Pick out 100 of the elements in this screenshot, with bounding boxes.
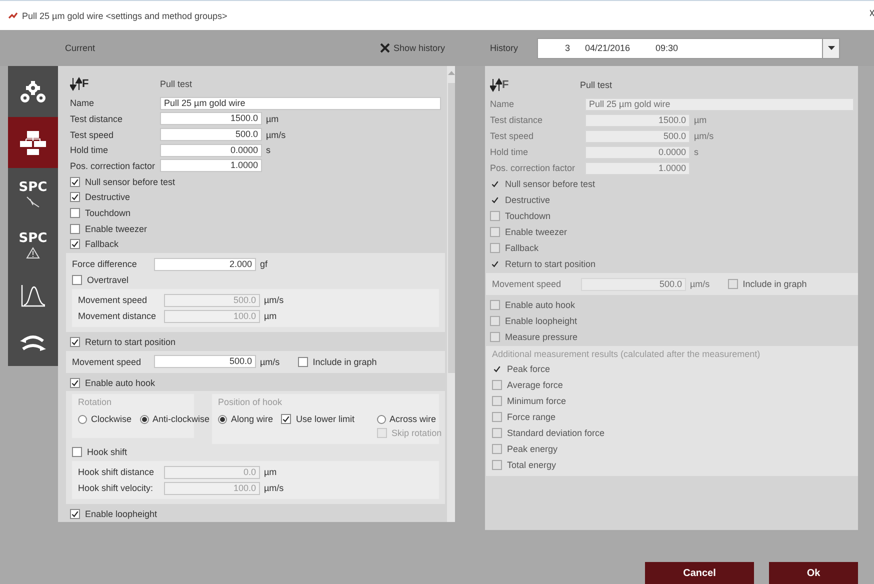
checkbox[interactable]	[70, 336, 80, 347]
unit-label: µm	[264, 467, 277, 478]
unit-label: µm/s	[694, 131, 714, 141]
field-label: Test speed	[490, 131, 535, 141]
field-label: Hook shift velocity:	[78, 483, 154, 494]
radio-label: Clockwise	[91, 414, 132, 424]
checkbox-label: Enable loopheight	[505, 316, 578, 326]
dialog-button[interactable]: Cancel	[645, 562, 754, 584]
unit-label: µm	[266, 114, 279, 124]
checkbox[interactable]	[70, 239, 80, 250]
checkbox-label: Hook shift	[87, 447, 128, 458]
unit-label: µm/s	[264, 295, 284, 306]
field-label: Movement speed	[78, 295, 148, 306]
checkbox[interactable]	[70, 208, 80, 218]
checkbox[interactable]	[70, 378, 80, 388]
checkbox-label: Enable tweezer	[505, 227, 568, 237]
input-field[interactable]: 500.0	[160, 128, 262, 142]
test-symbol: F	[502, 78, 510, 90]
checkbox[interactable]	[70, 176, 80, 187]
radio-button[interactable]	[78, 414, 87, 424]
input-field[interactable]: Pull 25 µm gold wire	[160, 96, 441, 110]
up-down-arrows-icon	[490, 78, 502, 92]
checkbox[interactable]	[70, 192, 80, 202]
toggle-x-icon[interactable]	[380, 43, 390, 53]
checkbox-label: Skip rotation	[392, 428, 442, 438]
checkbox-label: Touchdown	[505, 211, 551, 221]
checkbox-label: Destructive	[85, 192, 130, 202]
warning-icon	[25, 246, 41, 258]
checkbox[interactable]	[72, 275, 82, 286]
caret-icon	[828, 46, 834, 50]
radio-button[interactable]	[218, 414, 227, 424]
checkbox-label: Fallback	[85, 239, 119, 250]
checkbox-label: Enable auto hook	[85, 378, 156, 388]
unit-label: µm/s	[260, 356, 280, 367]
unit-label: µm	[694, 115, 707, 125]
scrollbar[interactable]	[447, 66, 455, 522]
checkbox-label: Null sensor before test	[85, 176, 176, 187]
checkbox-label: Enable loopheight	[85, 509, 158, 520]
field-label: Name	[70, 98, 96, 108]
unit-label: µm/s	[266, 130, 286, 140]
checkbox-label: Enable tweezer	[85, 224, 148, 234]
field-label: Movement distance	[78, 311, 158, 322]
close-icon[interactable]	[870, 9, 874, 17]
app-icon	[8, 10, 18, 20]
radio-label: Along wire	[231, 414, 274, 424]
checkbox[interactable]	[70, 509, 80, 520]
scroll-up-icon[interactable]	[448, 70, 454, 77]
field-label: Hold time	[490, 147, 530, 157]
radio-button[interactable]	[376, 414, 386, 424]
unit-label: s	[266, 145, 270, 156]
checkbox[interactable]	[72, 447, 82, 458]
radio-label: Across wire	[390, 414, 436, 424]
toggle-label: Show history	[393, 43, 445, 53]
checkbox-label: Use lower limit	[296, 414, 355, 424]
field-label: Force difference	[72, 259, 138, 270]
section-label: History	[489, 43, 520, 53]
input-field[interactable]: 500.0	[154, 355, 256, 368]
field-label: Hook shift distance	[78, 467, 156, 478]
checkbox-label: Include in graph	[742, 279, 807, 289]
unit-label: gf	[260, 259, 268, 270]
checkbox-label: Touchdown	[85, 208, 131, 218]
radio-label: Anti-clockwise	[152, 414, 210, 424]
field-label: Hold time	[70, 145, 110, 156]
unit-label: s	[694, 147, 698, 157]
input-field[interactable]: 0.0000	[160, 144, 262, 157]
checkbox[interactable]	[298, 356, 308, 367]
field-label: Pos. correction factor	[490, 163, 576, 173]
checkbox-label: Force range	[507, 412, 556, 422]
checkbox-label: Return to start position	[505, 259, 596, 269]
history-dropdown[interactable]: 3 04/21/2016 09:30	[537, 38, 823, 58]
checkbox-label: Enable auto hook	[505, 300, 576, 310]
input-field[interactable]: 1500.0	[160, 112, 262, 126]
checkbox-label: Peak force	[507, 364, 550, 374]
field-label: Pos. correction factor	[70, 160, 156, 171]
field-label: Movement speed	[72, 356, 142, 367]
input-field[interactable]: 2.000	[154, 258, 256, 271]
radio-button[interactable]	[140, 414, 149, 424]
checkbox[interactable]	[70, 224, 80, 234]
field-label: Test distance	[70, 114, 124, 124]
field-label: Name	[490, 99, 516, 109]
up-down-arrows-icon	[70, 77, 82, 92]
checkbox-label: Total energy	[507, 460, 556, 470]
test-symbol: F	[82, 78, 90, 90]
field-label: Test speed	[70, 130, 115, 140]
test-type-label: Pull test	[160, 79, 192, 90]
checkbox[interactable]	[281, 414, 292, 424]
window-title: Pull 25 µm gold wire <settings and method groups>	[22, 10, 228, 20]
group-title: Rotation	[78, 397, 113, 410]
unit-label: µm/s	[690, 279, 710, 289]
checkbox-label: Fallback	[505, 243, 539, 253]
flowchart-icon	[18, 130, 48, 156]
test-type-label: Pull test	[580, 80, 612, 90]
checkbox-label: Return to start position	[85, 336, 176, 347]
section-label: Current	[65, 43, 96, 53]
input-field[interactable]: 1.0000	[160, 159, 262, 172]
checkbox-label: Standard deviation force	[507, 428, 605, 438]
sidebar-item[interactable]	[8, 117, 58, 168]
checkbox-label: Null sensor before test	[505, 179, 596, 189]
dialog-button[interactable]: Ok	[769, 562, 858, 584]
dropdown-button[interactable]	[823, 38, 840, 58]
